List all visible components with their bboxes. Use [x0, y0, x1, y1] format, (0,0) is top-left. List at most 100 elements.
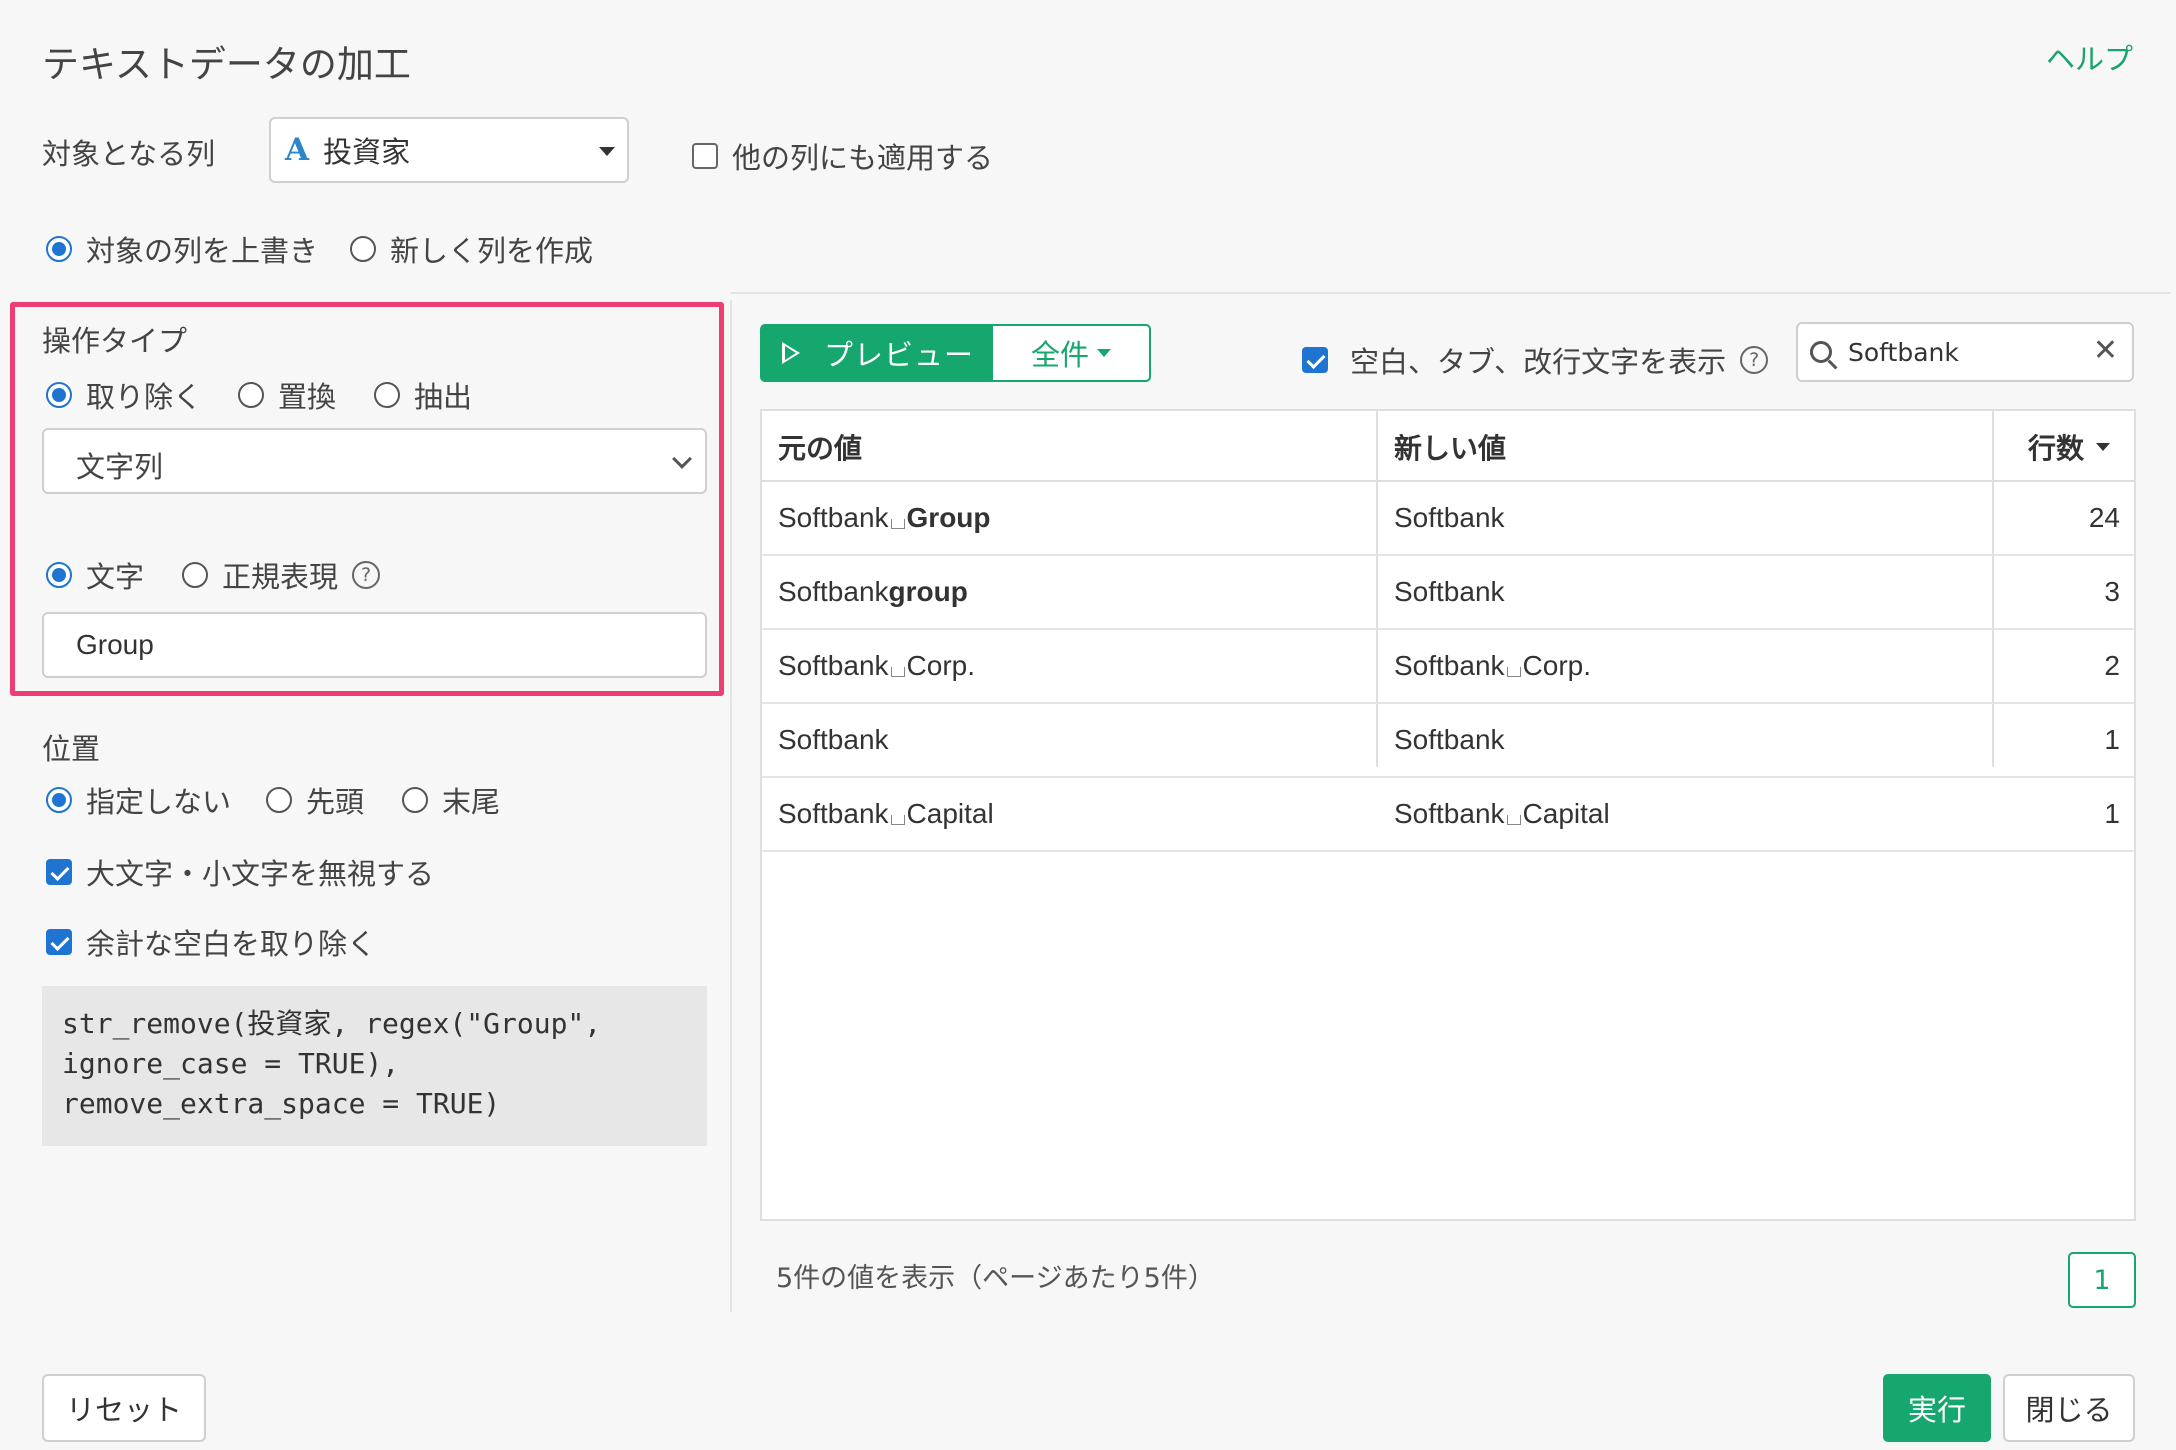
- show-whitespace-checkbox[interactable]: [1302, 347, 1328, 373]
- op-replace-label: 置換: [278, 380, 337, 414]
- overwrite-column-option[interactable]: 対象の列を上書き: [46, 228, 318, 270]
- col-count[interactable]: 行数: [1994, 411, 2134, 482]
- code-preview: str_remove(投資家, regex("Group", ignore_ca…: [42, 986, 707, 1146]
- target-column-label: 対象となる列: [42, 137, 216, 171]
- run-button[interactable]: 実行: [1883, 1374, 1991, 1442]
- op-replace-option[interactable]: 置換: [238, 374, 336, 416]
- text-type-icon: A: [285, 132, 310, 168]
- chevron-down-icon: [672, 449, 692, 469]
- op-extract-radio[interactable]: [374, 382, 400, 408]
- original-value-text: Softbank: [778, 650, 889, 681]
- new-value-cell: Softbank: [1378, 556, 1992, 628]
- overwrite-column-radio[interactable]: [46, 236, 72, 262]
- op-replace-radio[interactable]: [238, 382, 264, 408]
- pos-start-option[interactable]: 先頭: [266, 779, 364, 821]
- new-value-cell: Softbank: [1378, 482, 1992, 554]
- pos-end-label: 末尾: [442, 785, 501, 819]
- original-value-cell: Softbank Group: [762, 482, 1376, 554]
- close-button[interactable]: 閉じる: [2003, 1374, 2135, 1442]
- help-circle-icon[interactable]: ?: [352, 561, 381, 589]
- search-icon: [1810, 341, 1832, 363]
- new-column-label: 新しく列を作成: [390, 234, 594, 268]
- op-extract-option[interactable]: 抽出: [374, 374, 472, 416]
- reset-button[interactable]: リセット: [42, 1374, 206, 1442]
- original-value-text: Softbank: [778, 502, 889, 533]
- col-new-label: 新しい値: [1394, 431, 1507, 465]
- apply-other-columns-option[interactable]: 他の列にも適用する: [692, 135, 993, 177]
- apply-other-columns-label: 他の列にも適用する: [732, 141, 994, 175]
- new-value-text: Softbank: [1394, 724, 1505, 755]
- all-rows-dropdown[interactable]: 全件: [991, 324, 1151, 382]
- operation-type-label: 操作タイプ: [42, 324, 188, 358]
- pos-none-option[interactable]: 指定しない: [46, 779, 231, 821]
- new-value-cell: Softbank: [1378, 704, 1992, 776]
- help-circle-icon[interactable]: ?: [1740, 346, 1769, 374]
- show-whitespace-label: 空白、タブ、改行文字を表示: [1350, 345, 1727, 379]
- new-column-radio[interactable]: [350, 236, 376, 262]
- table-header: 元の値 新しい値 行数: [762, 411, 2134, 482]
- match-literal-radio[interactable]: [46, 562, 72, 588]
- original-value-cell: Softbank Corp.: [762, 630, 1376, 702]
- preview-button[interactable]: プレビュー: [760, 324, 992, 382]
- col-original: 元の値: [762, 411, 1376, 482]
- original-value-cell: Softbank group: [762, 556, 1376, 628]
- ignore-case-checkbox[interactable]: [46, 859, 72, 885]
- preview-button-label: プレビュー: [824, 338, 975, 372]
- apply-other-columns-checkbox[interactable]: [692, 143, 718, 169]
- table-row: Softbank group Softbank 3: [762, 556, 2134, 630]
- new-value-text: Softbank: [1394, 798, 1505, 829]
- pos-start-radio[interactable]: [266, 787, 292, 813]
- row-count-text: 2: [2104, 650, 2120, 681]
- pos-end-radio[interactable]: [402, 787, 428, 813]
- col-count-label: 行数: [2028, 431, 2085, 465]
- close-icon[interactable]: ✕: [2093, 336, 2118, 366]
- row-count-text: 1: [2104, 798, 2120, 829]
- new-value-text: Softbank: [1394, 650, 1505, 681]
- caret-down-icon: [599, 147, 615, 156]
- row-count-cell: 1: [1994, 704, 2134, 776]
- target-type-select[interactable]: 文字列: [42, 428, 707, 494]
- show-whitespace-option[interactable]: 空白、タブ、改行文字を表示 ?: [1302, 339, 1769, 381]
- pos-start-label: 先頭: [306, 785, 365, 819]
- matched-part-text: Group: [906, 502, 991, 533]
- op-remove-radio[interactable]: [46, 382, 72, 408]
- position-label: 位置: [42, 732, 101, 766]
- whitespace-marker-icon: [890, 667, 905, 677]
- new-value-suffix-text: Capital: [1522, 798, 1610, 829]
- overwrite-column-label: 対象の列を上書き: [86, 234, 319, 268]
- row-count-text: 3: [2104, 576, 2120, 607]
- play-icon: [782, 342, 800, 364]
- match-regex-radio[interactable]: [182, 562, 208, 588]
- all-rows-label: 全件: [1030, 338, 1089, 372]
- original-value-cell: Softbank: [762, 704, 1376, 776]
- ignore-case-option[interactable]: 大文字・小文字を無視する: [46, 851, 434, 893]
- preview-table: 元の値 新しい値 行数 Softbank Group Softbank 24 Softb…: [760, 409, 2136, 1221]
- table-row: Softbank Capital Softbank Capital 1: [762, 778, 2134, 852]
- row-count-text: 24: [2088, 502, 2120, 533]
- row-count-text: 1: [2104, 724, 2120, 755]
- search-input-value[interactable]: Softbank: [1848, 338, 1959, 367]
- caret-down-icon: [1097, 349, 1111, 357]
- target-column-select[interactable]: A 投資家: [269, 117, 629, 183]
- whitespace-marker-icon: [890, 519, 905, 529]
- page-button[interactable]: 1: [2068, 1252, 2136, 1308]
- original-value-text: Softbank: [778, 724, 889, 755]
- original-value-cell: Softbank Capital: [762, 778, 1376, 850]
- whitespace-marker-icon: [1506, 815, 1521, 825]
- pos-end-option[interactable]: 末尾: [402, 779, 500, 821]
- pos-none-radio[interactable]: [46, 787, 72, 813]
- col-new: 新しい値: [1378, 411, 1992, 482]
- op-extract-label: 抽出: [414, 380, 473, 414]
- match-literal-option[interactable]: 文字: [46, 554, 144, 596]
- help-link[interactable]: ヘルプ: [2046, 36, 2133, 78]
- table-row: Softbank Corp. Softbank Corp. 2: [762, 630, 2134, 704]
- col-original-label: 元の値: [778, 431, 863, 465]
- dialog-title: テキストデータの加工: [42, 43, 411, 86]
- match-regex-option[interactable]: 正規表現 ?: [182, 554, 381, 596]
- search-box[interactable]: Softbank ✕: [1796, 322, 2134, 382]
- remove-space-checkbox[interactable]: [46, 929, 72, 955]
- pattern-input[interactable]: Group: [42, 612, 707, 678]
- new-column-option[interactable]: 新しく列を作成: [350, 228, 593, 270]
- remove-space-option[interactable]: 余計な空白を取り除く: [46, 921, 376, 963]
- op-remove-option[interactable]: 取り除く: [46, 374, 202, 416]
